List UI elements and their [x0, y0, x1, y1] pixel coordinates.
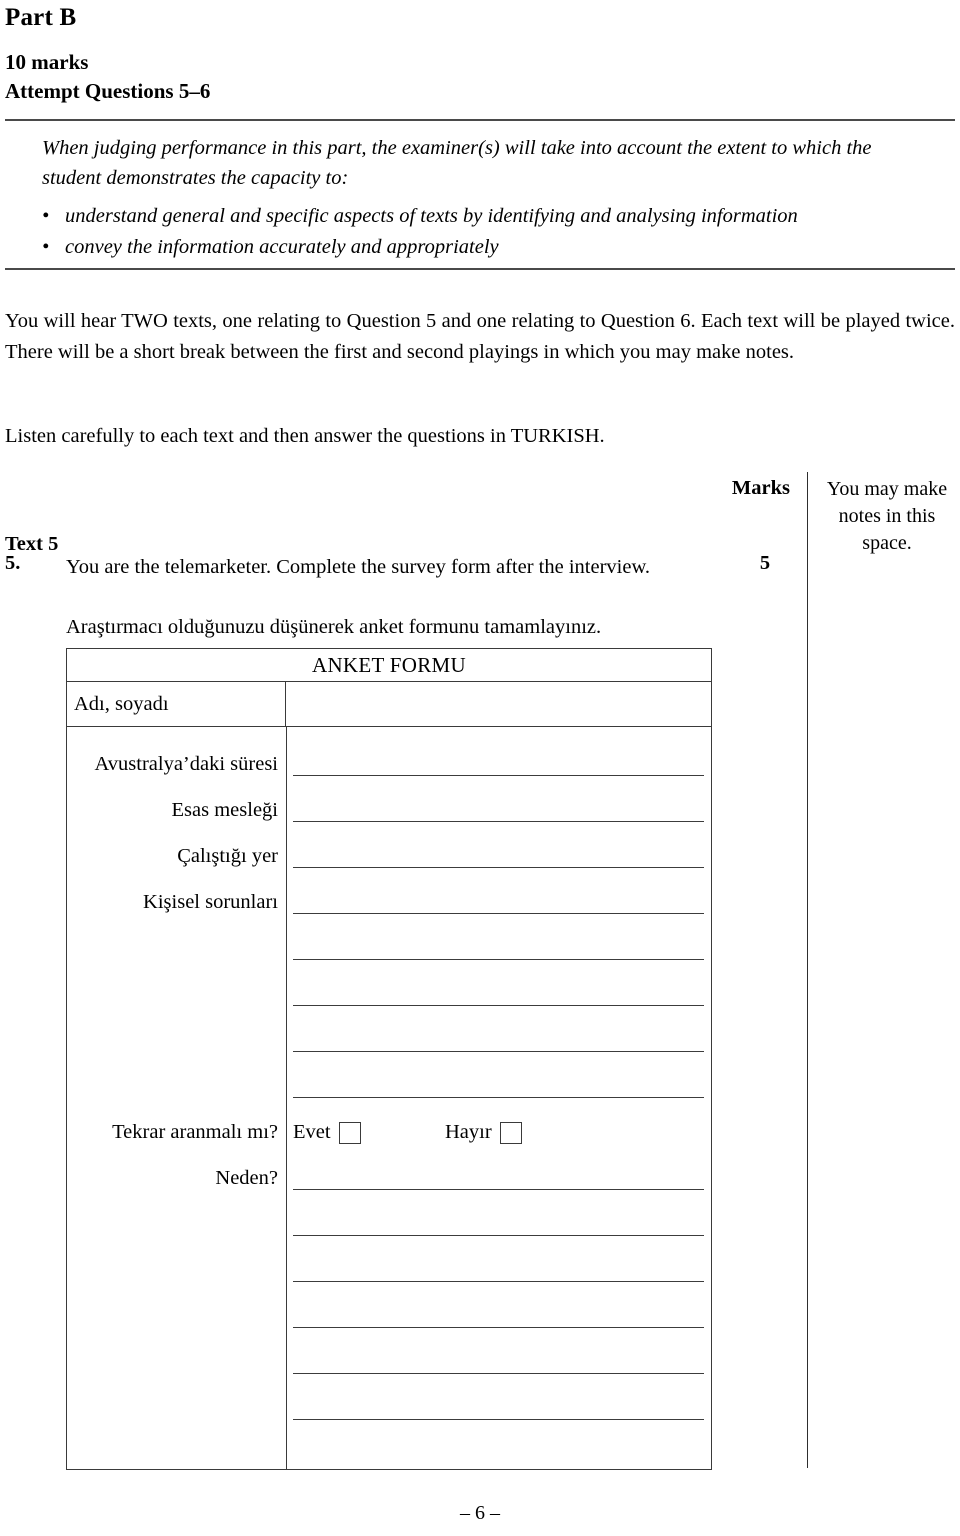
- survey-form-label-column: Avustralya’daki süresi Esas mesleği Çalı…: [67, 727, 286, 1469]
- answer-line[interactable]: [293, 1051, 704, 1052]
- answer-line[interactable]: [293, 1419, 704, 1420]
- divider-bottom: [5, 268, 955, 270]
- field-label-problems: Kişisel sorunları: [143, 891, 278, 913]
- divider-top: [5, 119, 955, 121]
- field-label-occupation: Esas mesleği: [171, 799, 278, 821]
- notes-column-divider: [807, 472, 808, 1468]
- survey-form-title-row: ANKET FORMU: [67, 649, 711, 682]
- survey-form-answer-column: Evet Hayır: [286, 727, 711, 1469]
- answer-line[interactable]: [293, 1189, 704, 1190]
- part-marks-label: 10 marks: [5, 50, 89, 74]
- page-title: Part B: [5, 4, 77, 31]
- choice-yes[interactable]: Evet: [293, 1121, 361, 1144]
- survey-form-table: ANKET FORMU Adı, soyadı Avustralya’daki …: [66, 648, 712, 1470]
- attempt-questions-label: Attempt Questions 5–6: [5, 79, 211, 103]
- field-label-name: Adı, soyadı: [67, 682, 286, 726]
- field-label-callback: Tekrar aranmalı mı?: [112, 1121, 278, 1143]
- criteria-bullet-item: • convey the information accurately and …: [42, 232, 932, 263]
- instruction-paragraph-1: You will hear TWO texts, one relating to…: [5, 310, 955, 363]
- criteria-bullet-text: convey the information accurately and ap…: [65, 236, 499, 258]
- answer-line[interactable]: [293, 1097, 704, 1098]
- question-marks-value: 5: [759, 552, 771, 574]
- checkbox-no[interactable]: [499, 1121, 522, 1144]
- notes-space-hint: You may make notes in this space.: [826, 478, 948, 554]
- criteria-bullet-text: understand general and specific aspects …: [65, 205, 798, 227]
- criteria-lead-text: When judging performance in this part, t…: [42, 137, 872, 189]
- criteria-bullet-list: • understand general and specific aspect…: [42, 201, 932, 263]
- page-number-footer: – 6 –: [460, 1502, 500, 1524]
- instruction-paragraph-2: Listen carefully to each text and then a…: [5, 425, 605, 447]
- choice-yes-label: Evet: [293, 1121, 331, 1143]
- field-label-duration: Avustralya’daki süresi: [94, 753, 279, 775]
- answer-line[interactable]: [293, 1281, 704, 1282]
- question-prompt-text: You are the telemarketer. Complete the s…: [66, 556, 651, 578]
- criteria-bullet-item: • understand general and specific aspect…: [42, 201, 932, 232]
- survey-form-name-row: Adı, soyadı: [67, 682, 711, 727]
- question-number: 5.: [5, 552, 21, 574]
- answer-line[interactable]: [293, 1373, 704, 1374]
- field-label-reason: Neden?: [215, 1167, 278, 1189]
- answer-line[interactable]: [293, 913, 704, 914]
- answer-line[interactable]: [293, 959, 704, 960]
- checkbox-yes[interactable]: [338, 1121, 361, 1144]
- question-turkish-instruction: Araştırmacı olduğunuzu düşünerek anket f…: [66, 616, 602, 638]
- field-label-workplace: Çalıştığı yer: [177, 845, 278, 867]
- bullet-dot-icon: •: [42, 236, 50, 258]
- choice-no-label: Hayır: [445, 1121, 492, 1143]
- callback-choice-row: Evet Hayır: [293, 1121, 703, 1151]
- criteria-block: When judging performance in this part, t…: [42, 133, 932, 263]
- exam-page: Part B 10 marks Attempt Questions 5–6 Wh…: [0, 0, 960, 1536]
- answer-line[interactable]: [293, 1005, 704, 1006]
- answer-line[interactable]: [293, 1327, 704, 1328]
- answer-line[interactable]: [293, 867, 704, 868]
- answer-line[interactable]: [293, 775, 704, 776]
- choice-no[interactable]: Hayır: [445, 1121, 522, 1144]
- survey-form-title: ANKET FORMU: [311, 652, 466, 677]
- marks-column-heading: Marks: [731, 477, 790, 499]
- answer-line[interactable]: [293, 1235, 704, 1236]
- question-prompt: You are the telemarketer. Complete the s…: [66, 552, 710, 582]
- answer-line[interactable]: [293, 821, 704, 822]
- bullet-dot-icon: •: [42, 205, 50, 227]
